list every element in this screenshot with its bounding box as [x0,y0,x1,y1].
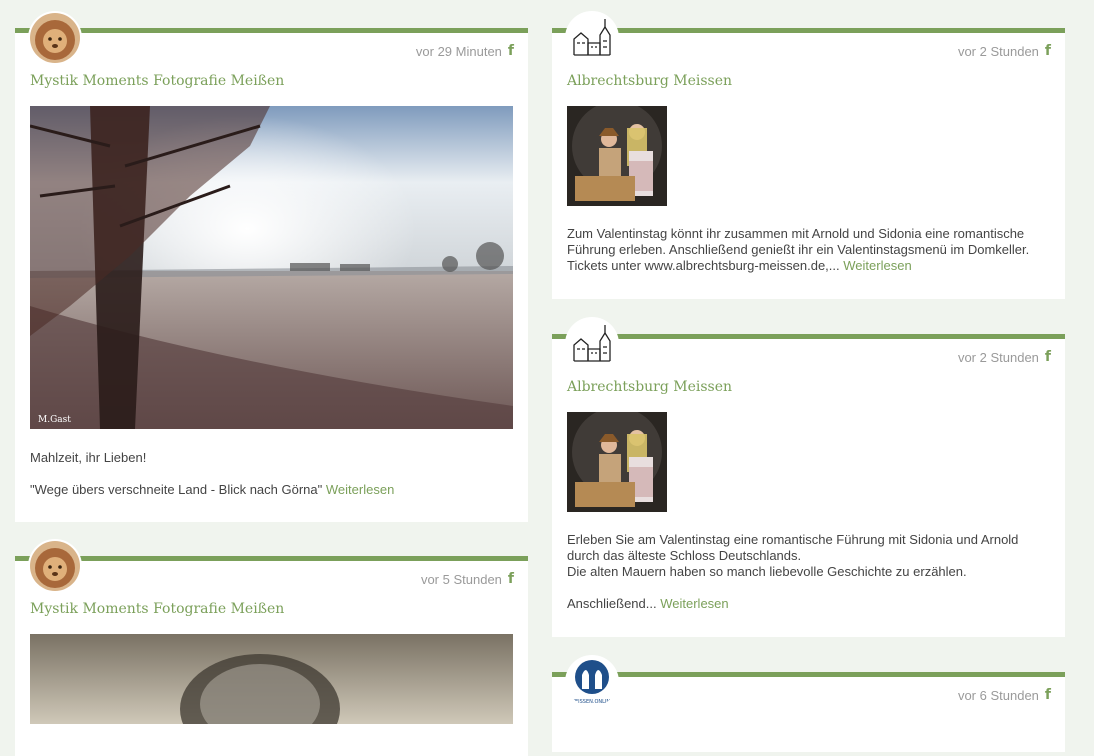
post-paragraph-last: Zum Valentinstag könnt ihr zusammen mit … [567,226,1045,274]
facebook-icon[interactable]: f [1045,687,1051,703]
post-paragraph-last: "Wege übers verschneite Land - Blick nac… [30,482,508,498]
post-quote: "Wege übers verschneite Land - Blick nac… [30,482,323,497]
post-author[interactable]: Albrechtsburg Meissen [567,379,732,395]
author-avatar[interactable] [567,13,617,63]
post-time: vor 5 Stunden [420,571,502,587]
post-card: vor 5 Stunden f Mystik Moments Fotografi… [15,541,528,756]
post-body: Zum Valentinstag könnt ihr zusammen mit … [567,226,1030,273]
post-card: MEISSEN.ONLINE vor 6 Stunden f [552,657,1065,752]
post-text: Zum Valentinstag könnt ihr zusammen mit … [567,226,1045,274]
facebook-icon[interactable]: f [1045,43,1051,59]
post-meta: vor 2 Stunden f [958,349,1051,365]
read-more-link[interactable]: Weiterlesen [843,258,911,273]
author-avatar[interactable] [30,541,80,591]
couple-photo [567,106,667,206]
post-time: vor 2 Stunden [957,43,1039,59]
lion-avatar-icon [30,541,80,591]
post-image[interactable] [567,106,667,206]
facebook-icon[interactable]: f [1045,349,1051,365]
post-author[interactable]: Mystik Moments Fotografie Meißen [30,73,284,89]
post-paragraph-last: Anschließend... Weiterlesen [567,596,1045,612]
facebook-icon[interactable]: f [508,43,514,59]
winter-field-photo: M.Gast [30,106,513,429]
post-card: vor 29 Minuten f Mystik Moments Fotograf… [15,13,528,522]
meissen-online-logo-icon: MEISSEN.ONLINE [567,657,617,707]
facebook-icon[interactable]: f [508,571,514,587]
author-avatar[interactable] [567,319,617,369]
author-avatar[interactable]: MEISSEN.ONLINE [567,657,617,707]
post-meta: vor 29 Minuten f [416,43,514,59]
couple-photo [567,412,667,512]
post-body: Anschließend... [567,596,657,611]
post-card: vor 2 Stunden f Albrechtsburg Meissen Er… [552,319,1065,637]
read-more-link[interactable]: Weiterlesen [326,482,394,497]
post-author[interactable]: Albrechtsburg Meissen [567,73,732,89]
post-time: vor 6 Stunden [957,687,1039,703]
castle-avatar-icon [567,13,617,63]
post-image[interactable] [30,634,513,724]
post-time: vor 29 Minuten [415,43,502,59]
author-avatar[interactable] [30,13,80,63]
post-image[interactable] [567,412,667,512]
post-paragraph: Erleben Sie am Valentinstag eine romanti… [567,532,1019,563]
lion-avatar-icon [30,13,80,63]
post-text: Mahlzeit, ihr Lieben! "Wege übers versch… [30,450,508,498]
image-signature: M.Gast [38,415,71,425]
post-image[interactable]: M.Gast [30,106,513,429]
post-card: vor 2 Stunden f Albrechtsburg Meissen Zu… [552,13,1065,299]
post-meta: vor 6 Stunden f [958,687,1051,703]
post-text: Erleben Sie am Valentinstag eine romanti… [567,532,1045,612]
logo-text: MEISSEN.ONLINE [571,699,614,705]
castle-avatar-icon [567,319,617,369]
post-meta: vor 5 Stunden f [421,571,514,587]
post-paragraph: Die alten Mauern haben so manch liebevol… [567,564,967,579]
post-author[interactable]: Mystik Moments Fotografie Meißen [30,601,284,617]
post-time: vor 2 Stunden [957,349,1039,365]
post-meta: vor 2 Stunden f [958,43,1051,59]
sepia-tree-photo [30,634,513,724]
read-more-link[interactable]: Weiterlesen [660,596,728,611]
post-paragraph: Mahlzeit, ihr Lieben! [30,450,147,465]
